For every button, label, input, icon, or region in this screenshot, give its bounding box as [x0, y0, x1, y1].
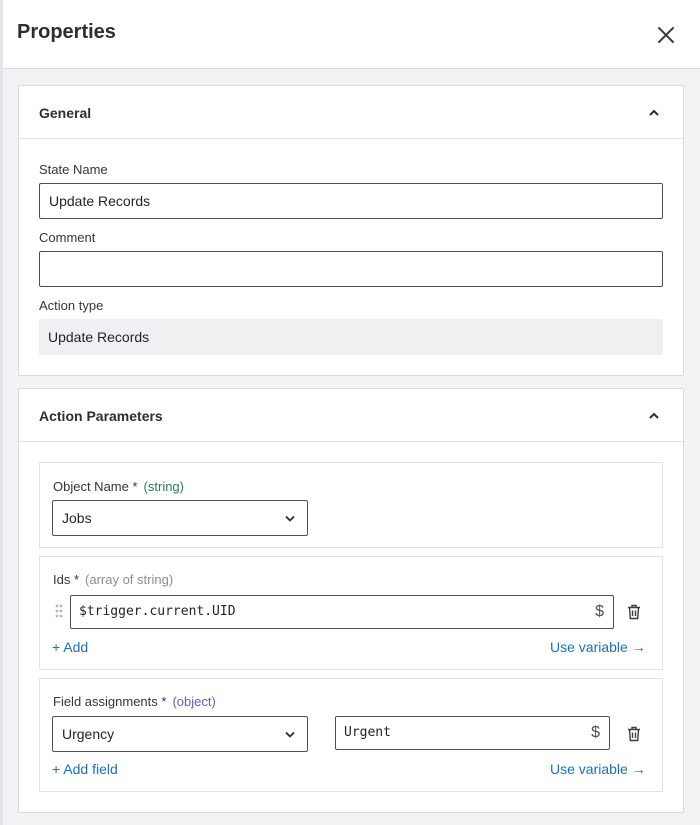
field-select-value: Urgency — [62, 726, 115, 742]
action-parameters-header[interactable]: Action Parameters — [19, 389, 683, 442]
state-name-label: State Name — [39, 162, 108, 177]
object-name-type: (string) — [143, 479, 184, 494]
field-assignments-label-text: Field assignments * — [53, 694, 167, 709]
trash-icon[interactable] — [627, 726, 641, 742]
caret-up-icon — [649, 412, 659, 419]
chevron-down-icon — [285, 731, 295, 738]
ids-expression-input[interactable]: $trigger.current.UID $ — [70, 595, 614, 629]
field-assignments-card: Field assignments * (object) Urgency Urge… — [39, 678, 663, 792]
drag-handle-icon[interactable] — [54, 603, 64, 619]
ids-expression-value: $trigger.current.UID — [79, 604, 236, 619]
state-name-input[interactable]: Update Records — [39, 183, 663, 219]
comment-label: Comment — [39, 230, 96, 245]
field-select[interactable]: Urgency — [52, 716, 308, 752]
field-value-input[interactable]: Urgent $ — [335, 716, 610, 750]
object-name-card: Object Name * (string) Jobs — [39, 462, 663, 548]
object-name-value: Jobs — [62, 510, 92, 526]
action-parameters-title: Action Parameters — [39, 408, 163, 424]
ids-use-variable-link[interactable]: Use variable → — [550, 639, 646, 655]
close-icon — [658, 27, 674, 43]
field-use-variable-link[interactable]: Use variable → — [550, 761, 646, 777]
comment-input[interactable] — [39, 251, 663, 287]
ids-type: (array of string) — [85, 572, 174, 587]
action-type-label: Action type — [39, 298, 104, 313]
add-id-link[interactable]: + Add — [52, 639, 88, 655]
ids-label: Ids * (array of string) — [53, 572, 173, 587]
field-assignments-type: (object) — [172, 694, 216, 709]
caret-up-icon — [649, 109, 659, 116]
ids-card: Ids * (array of string) $trigger.current.… — [39, 556, 663, 670]
ids-label-text: Ids * — [53, 572, 80, 587]
panel-left-edge — [0, 0, 3, 825]
trash-icon[interactable] — [627, 604, 641, 620]
action-parameters-panel: Action Parameters Object Name * (string) … — [18, 388, 684, 813]
properties-header: Properties — [3, 0, 700, 69]
field-assignments-label: Field assignments * (object) — [53, 694, 216, 709]
general-panel: General State Name Update Records Commen… — [18, 85, 684, 376]
chevron-down-icon — [285, 515, 295, 522]
add-field-link[interactable]: + Add field — [52, 761, 118, 777]
object-name-select[interactable]: Jobs — [52, 500, 308, 536]
field-value-variable-toggle[interactable]: $ — [591, 717, 600, 749]
field-value-text: Urgent — [344, 725, 391, 740]
object-name-label: Object Name * (string) — [53, 479, 184, 494]
object-name-label-text: Object Name * — [53, 479, 138, 494]
general-panel-title: General — [39, 105, 92, 121]
general-panel-header[interactable]: General — [19, 86, 683, 139]
close-button[interactable] — [655, 24, 677, 46]
page-title: Properties — [17, 21, 116, 43]
action-type-value: Update Records — [39, 319, 663, 355]
ids-variable-toggle[interactable]: $ — [595, 596, 604, 628]
